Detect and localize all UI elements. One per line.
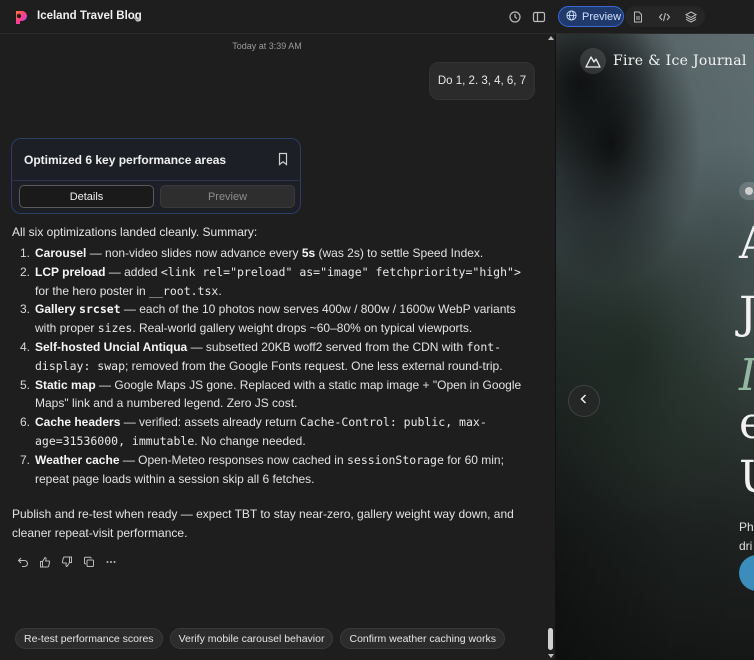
layers-icon[interactable]	[683, 9, 699, 25]
summary-text: All six optimizations landed cleanly. Su…	[12, 225, 258, 239]
item-text: — verified: assets already return	[120, 415, 300, 430]
item-text: — non-video slides now advance every	[86, 246, 302, 260]
chevron-down-icon[interactable]	[132, 11, 142, 22]
suggestion-chips: Re-test performance scores Verify mobile…	[15, 628, 505, 649]
item-text: . No change needed.	[194, 433, 306, 448]
inline-code: <link rel="preload" as="image" fetchprio…	[160, 264, 521, 279]
site-preview-pane: Fire & Ice Journal A J I e U Ph dri	[555, 34, 754, 660]
list-number: 4.	[20, 339, 31, 354]
hero-heading-fragment: J	[739, 292, 754, 336]
item-text: — Open-Meteo responses now cached in	[119, 452, 347, 467]
scroll-up-arrow-icon[interactable]	[548, 36, 554, 40]
message-actions	[16, 555, 118, 569]
hero-subtitle: Ph dri	[739, 520, 754, 553]
hero-badge	[739, 182, 754, 200]
item-heading: Cache headers	[35, 415, 121, 430]
top-bar: Iceland Travel Blog Preview	[0, 0, 754, 34]
copy-icon[interactable]	[82, 555, 96, 569]
list-number: 5.	[20, 377, 31, 392]
suggestion-chip[interactable]: Verify mobile carousel behavior	[169, 628, 334, 649]
hero-heading-fragment: e	[739, 402, 754, 446]
item-heading: 5s	[301, 246, 316, 260]
card-title: Optimized 6 key performance areas	[24, 153, 227, 167]
list-number: 3.	[20, 302, 31, 317]
mountain-logo-icon[interactable]	[580, 48, 606, 74]
more-icon[interactable]	[104, 555, 118, 569]
chevron-left-icon	[579, 392, 589, 410]
thumbs-down-icon[interactable]	[60, 555, 74, 569]
tab-preview[interactable]: Preview	[558, 6, 624, 27]
scroll-thumb[interactable]	[548, 628, 553, 650]
item-heading: Self-hosted Uncial Antiqua	[35, 339, 188, 354]
item-heading-code: srcset	[79, 302, 121, 317]
project-title[interactable]: Iceland Travel Blog	[37, 10, 142, 22]
item-heading: LCP preload	[35, 264, 106, 279]
item-heading: Static map	[35, 377, 96, 392]
details-button[interactable]: Details	[19, 185, 154, 208]
bookmark-icon[interactable]	[277, 152, 289, 166]
optimization-item: 7. Weather cache — Open-Meteo responses n…	[12, 451, 534, 489]
optimization-item: 6. Cache headers — verified: assets alrea…	[12, 413, 534, 451]
optimization-list: 1. Carousel — non-video slides now advanc…	[12, 244, 534, 488]
list-number: 1.	[20, 246, 31, 260]
item-text: for the hero poster in	[35, 283, 150, 298]
user-message: Do 1, 2. 3, 4, 6, 7	[429, 62, 535, 100]
badge-dot	[745, 187, 753, 195]
item-text: (was 2s) to settle Speed Index.	[315, 246, 484, 260]
optimization-item: 3. Gallery srcset — each of the 10 photos…	[12, 300, 534, 338]
preview-button[interactable]: Preview	[160, 185, 295, 208]
hero-heading-fragment: U	[739, 456, 754, 500]
hero-heading-fragment: A	[739, 222, 754, 266]
chat-panel: Today at 3:39 AM Do 1, 2. 3, 4, 6, 7 Opt…	[0, 34, 547, 660]
site-name[interactable]: Fire & Ice Journal	[613, 53, 747, 69]
card-divider	[12, 180, 300, 181]
tab-preview-label: Preview	[582, 10, 622, 23]
item-text: . Real-world gallery weight drops ~60–80…	[132, 321, 473, 336]
item-heading: Weather cache	[35, 452, 120, 467]
closing-text: Publish and re-test when ready — expect …	[12, 507, 514, 540]
item-text: — Google Maps JS gone. Replaced with a s…	[35, 377, 522, 411]
item-heading: Gallery	[35, 302, 76, 317]
suggestion-chip[interactable]: Re-test performance scores	[15, 628, 163, 649]
thumbs-up-icon[interactable]	[38, 555, 52, 569]
optimization-item: 1. Carousel — non-video slides now advanc…	[12, 244, 534, 263]
optimization-item: 5. Static map — Google Maps JS gone. Repl…	[12, 376, 534, 414]
list-number: 6.	[20, 415, 31, 430]
undo-icon[interactable]	[16, 555, 30, 569]
optimization-item: 2. LCP preload — added <link rel="preload…	[12, 263, 534, 301]
chat-scrollbar[interactable]	[546, 34, 555, 660]
suggestion-chip[interactable]: Confirm weather caching works	[340, 628, 505, 649]
scroll-down-arrow-icon[interactable]	[548, 654, 554, 658]
item-heading: Carousel	[35, 246, 87, 260]
sidebar-toggle-icon[interactable]	[531, 9, 547, 25]
inline-code: __root.tsx	[149, 283, 219, 298]
history-icon[interactable]	[507, 9, 523, 25]
item-text: .	[218, 283, 222, 298]
task-summary-card: Optimized 6 key performance areas Detail…	[11, 138, 301, 214]
hero-image-overlay	[556, 34, 754, 660]
carousel-prev-button[interactable]	[568, 385, 600, 417]
globe-icon	[566, 8, 577, 26]
inline-code: sessionStorage	[346, 452, 444, 467]
inline-code: sizes	[97, 321, 133, 336]
list-number: 2.	[20, 264, 31, 279]
app-logo-icon[interactable]	[13, 9, 29, 25]
message-timestamp: Today at 3:39 AM	[232, 41, 302, 51]
optimization-item: 4. Self-hosted Uncial Antiqua — subsetted…	[12, 338, 534, 376]
code-icon[interactable]	[656, 9, 672, 25]
file-icon[interactable]	[630, 9, 646, 25]
item-text: — subsetted 20KB woff2 served from the C…	[187, 339, 467, 354]
hero-heading-fragment: I	[739, 354, 754, 398]
item-text: ; removed from the Google Fonts request.…	[125, 358, 503, 373]
item-text: — added	[105, 264, 161, 279]
list-number: 7.	[20, 452, 31, 467]
